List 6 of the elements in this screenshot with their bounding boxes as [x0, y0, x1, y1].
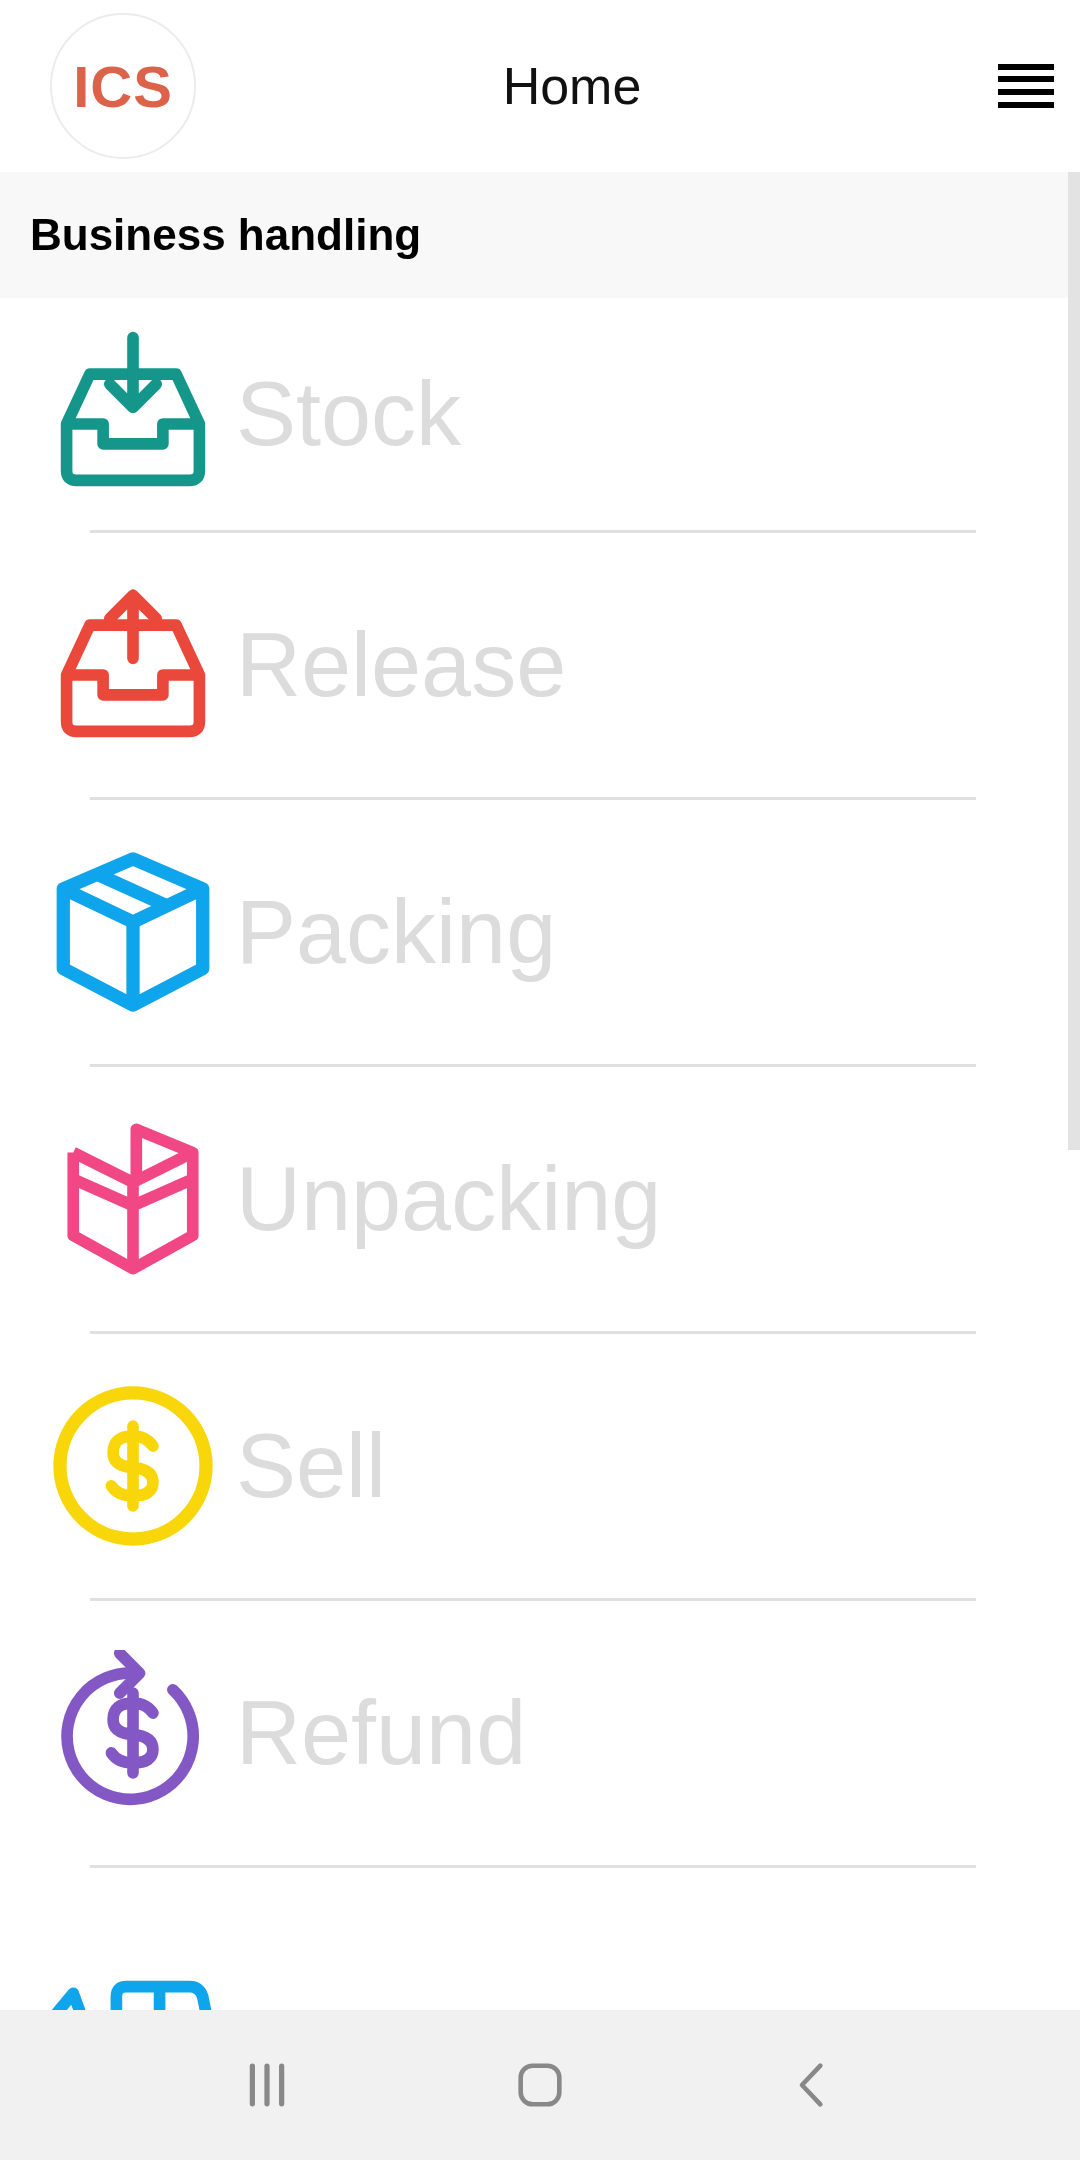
section-title: Business handling — [30, 210, 422, 260]
menu-icon[interactable] — [998, 64, 1054, 108]
dollar-coin-icon — [50, 1383, 216, 1549]
home-icon[interactable] — [517, 2062, 563, 2108]
page-title: Home — [501, 56, 643, 116]
logo-text: ICS — [73, 52, 173, 120]
